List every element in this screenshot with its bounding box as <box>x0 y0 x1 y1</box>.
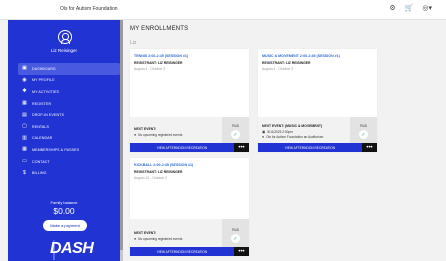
sidebar-item-label: Memberships & Passes <box>32 147 80 152</box>
sidebar-item-calendar[interactable]: ▥ Calendar <box>18 133 120 145</box>
card-registrant: REGISTRANT: LIZ REISINGER <box>262 61 311 65</box>
sidebar-item-label: Calendar <box>32 136 53 141</box>
sidebar-item-rentals[interactable]: ▢ Rentals <box>18 121 120 133</box>
sidebar-item-label: Rentals <box>32 124 50 129</box>
info-icon: ● <box>134 237 137 241</box>
user-menu-icon[interactable]: ◎▾ <box>422 4 432 14</box>
sidebar-item-register[interactable]: ▦ Register <box>18 98 120 110</box>
sidebar-nav: ▣ Dashboard ◉ My Profile ✱ My Activities… <box>18 63 120 179</box>
event-line: ● No upcoming registered events <box>134 237 182 241</box>
contact-icon: ▭ <box>22 158 27 165</box>
view-recreation-button[interactable]: VIEW AFTERNOON RECREATION <box>130 143 234 152</box>
main-content: MY ENROLLMENTS Liz TENNIS 2:00-2:45 (SES… <box>126 20 446 261</box>
enrollment-card-music: MUSIC & MOVEMENT 2:00-2:45 (SESSION #1) … <box>258 49 377 152</box>
next-event-label: NEXT EVENT: (Music & Movement) <box>262 124 323 128</box>
sidebar-item-dashboard[interactable]: ▣ Dashboard <box>18 63 120 75</box>
balance-value: $0.00 <box>53 206 75 216</box>
event-text: No upcoming registered events <box>138 237 183 241</box>
dashboard-icon: ▣ <box>22 65 27 72</box>
dash-logo: DASH <box>50 240 94 257</box>
sidebar-scrollbar[interactable] <box>120 20 123 261</box>
sidebar-item-my-activities[interactable]: ✱ My Activities <box>18 86 120 98</box>
check-icon: ✓ <box>359 130 368 139</box>
activities-icon: ✱ <box>22 88 27 95</box>
sidebar-item-label: Dashboard <box>32 66 56 71</box>
card-dates: August 4 - October 2 <box>134 67 166 71</box>
next-event-panel: NEXT EVENT: ● No upcoming registered eve… <box>130 219 222 247</box>
sidebar-item-label: My Profile <box>32 78 55 83</box>
more-options-button[interactable]: ••• <box>362 143 377 152</box>
next-event-label: NEXT EVENT: <box>134 231 157 235</box>
balance-label: Family balance <box>50 200 78 205</box>
paid-label: PAID <box>231 228 240 232</box>
billing-icon: $ <box>23 169 26 176</box>
register-icon: ▦ <box>22 100 27 107</box>
sidebar-item-drop-in-events[interactable]: ▤ Drop-In Events <box>18 109 120 121</box>
check-icon: ✓ <box>231 130 240 139</box>
card-dates: August 4 - October 2 <box>262 67 294 71</box>
paid-label: PAID <box>231 124 240 128</box>
next-event-label: NEXT EVENT: <box>134 127 157 131</box>
event-line: ● No upcoming registered events <box>134 133 182 137</box>
calendar-icon: ▥ <box>22 134 27 141</box>
card-dates: August 10 - October 2 <box>134 176 168 180</box>
cart-icon[interactable]: 🛒 <box>405 4 414 14</box>
event-text: 8/11/2025 2:00pm <box>267 130 293 134</box>
view-recreation-button[interactable]: VIEW AFTERNOON RECREATION <box>258 143 362 152</box>
scrollbar-thumb[interactable] <box>120 20 123 250</box>
sidebar-item-contact[interactable]: ▭ Contact <box>18 156 120 168</box>
sidebar-item-billing[interactable]: $ Billing <box>18 167 120 179</box>
calendar-icon: ▣ <box>262 130 266 134</box>
card-registrant: REGISTRANT: LIZ REISINGER <box>134 61 183 65</box>
sidebar-item-label: Billing <box>32 171 47 176</box>
sidebar-item-label: Register <box>32 101 52 106</box>
paid-label: PAID <box>359 124 368 128</box>
sidebar-item-my-profile[interactable]: ◉ My Profile <box>18 75 120 87</box>
sidebar-item-label: My Activities <box>32 89 59 94</box>
card-title[interactable]: MUSIC & MOVEMENT 2:00-2:45 (SESSION #1) <box>262 54 340 58</box>
person-name: Liz <box>130 40 137 46</box>
next-event-panel: NEXT EVENT: (Music & Movement) ▣ 8/11/20… <box>258 117 350 143</box>
event-text: Ols for Autism Foundation an Auditorium <box>266 135 324 139</box>
rentals-icon: ▢ <box>22 123 27 130</box>
view-recreation-button[interactable]: VIEW AFTERNOON RECREATION <box>130 247 234 256</box>
sidebar-item-memberships[interactable]: ▦ Memberships & Passes <box>18 144 120 156</box>
top-icons: ⚙ 🛒 ◎▾ <box>389 4 432 14</box>
top-bar: Ols for Autism Foundation ⚙ 🛒 ◎▾ <box>0 0 446 20</box>
event-text: No upcoming registered events <box>138 133 183 137</box>
make-payment-button[interactable]: Make a payment <box>43 220 87 231</box>
org-name[interactable]: Ols for Autism Foundation <box>60 6 118 12</box>
page-title: MY ENROLLMENTS <box>130 26 189 32</box>
card-title[interactable]: KICKBALL 2:00-2:45 (SESSION #1) <box>134 163 193 167</box>
gear-icon[interactable]: ⚙ <box>389 4 395 14</box>
enrollment-card-kickball: KICKBALL 2:00-2:45 (SESSION #1) REGISTRA… <box>130 158 249 256</box>
avatar-icon[interactable] <box>58 30 72 44</box>
paid-panel: PAID ✓ <box>222 117 249 143</box>
sidebar: Liz Reisinger ▣ Dashboard ◉ My Profile ✱… <box>8 20 120 261</box>
memberships-icon: ▦ <box>22 146 27 153</box>
sidebar-item-label: Contact <box>32 159 50 164</box>
paid-panel: PAID ✓ <box>222 219 249 247</box>
username: Liz Reisinger <box>50 48 77 53</box>
sidebar-item-label: Drop-In Events <box>32 113 64 118</box>
enrollment-card-tennis: TENNIS 2:00-2:45 (SESSION #1) REGISTRANT… <box>130 49 249 152</box>
event-line: ▣ 8/11/2025 2:00pm <box>262 130 293 134</box>
location-icon: ● <box>262 135 265 139</box>
card-registrant: REGISTRANT: LIZ REISINGER <box>134 170 183 174</box>
paid-panel: PAID ✓ <box>350 117 377 143</box>
more-options-button[interactable]: ••• <box>234 143 249 152</box>
info-icon: ● <box>134 133 137 137</box>
profile-icon: ◉ <box>22 76 27 83</box>
dropin-icon: ▤ <box>22 111 27 118</box>
check-icon: ✓ <box>231 234 240 243</box>
next-event-panel: NEXT EVENT: ● No upcoming registered eve… <box>130 117 222 143</box>
more-options-button[interactable]: ••• <box>234 247 249 256</box>
event-line: ● Ols for Autism Foundation an Auditoriu… <box>262 135 323 139</box>
card-title[interactable]: TENNIS 2:00-2:45 (SESSION #1) <box>134 54 188 58</box>
